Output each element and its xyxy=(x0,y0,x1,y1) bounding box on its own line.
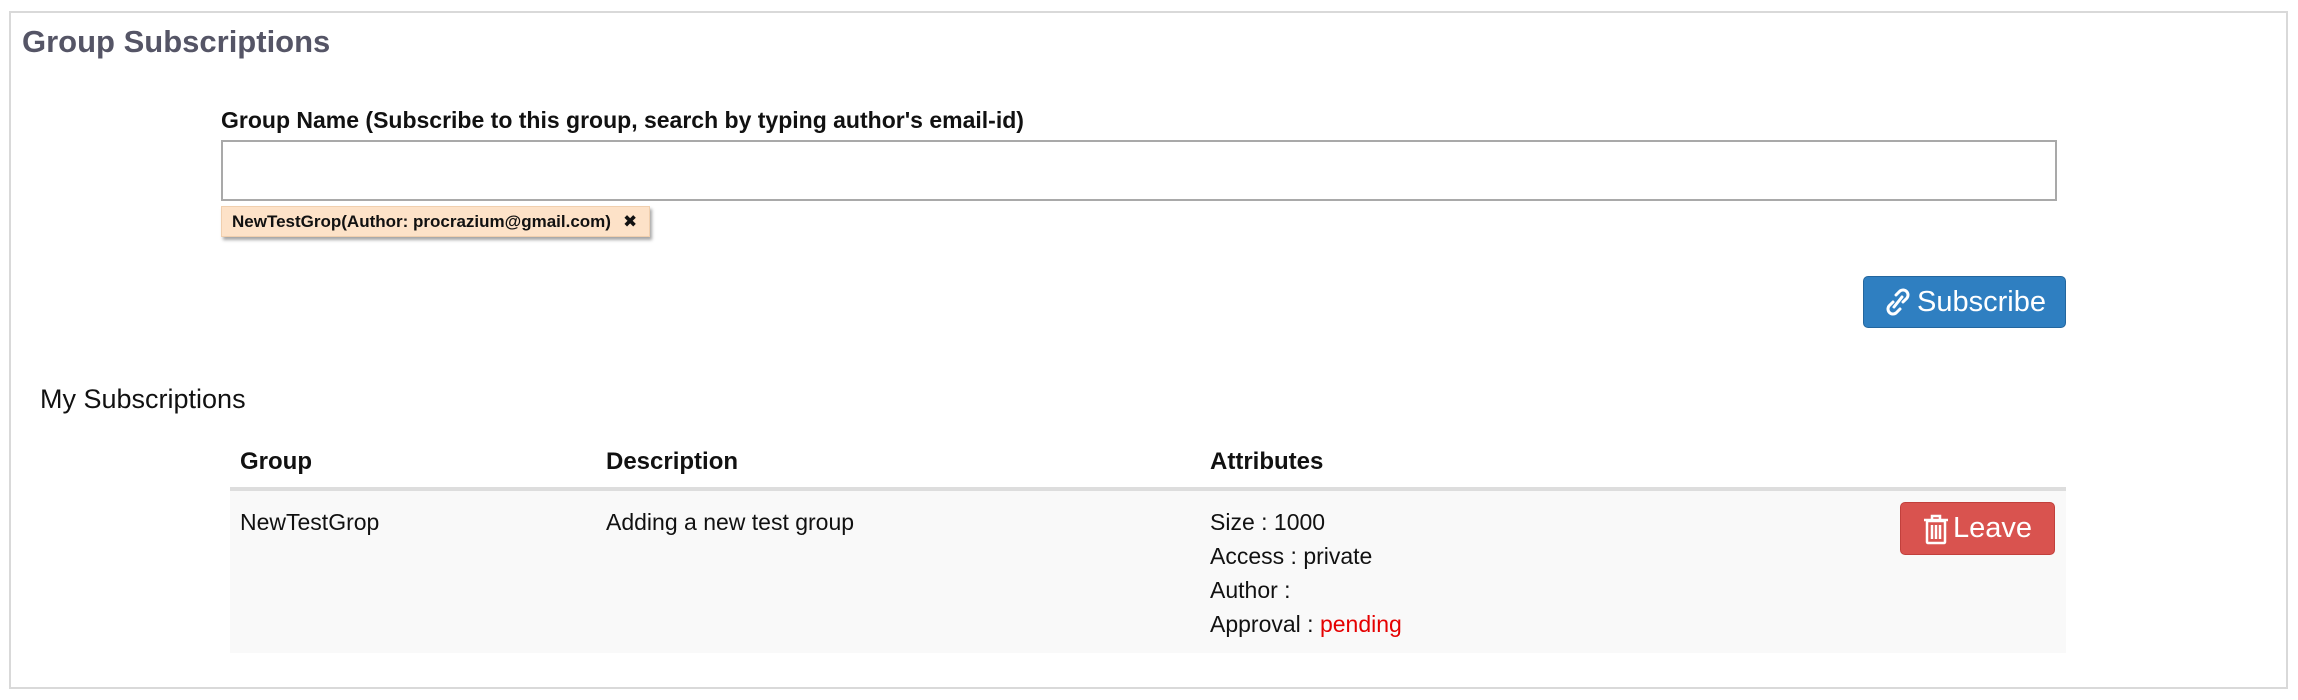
attr-approval-label: Approval : xyxy=(1210,611,1320,637)
subscriptions-table: Group Description Attributes NewTestGrop… xyxy=(230,436,2066,653)
panel-title: Group Subscriptions xyxy=(22,24,331,59)
link-icon xyxy=(1886,288,1910,316)
group-name-search-input[interactable] xyxy=(221,140,2057,201)
column-header-actions xyxy=(1991,436,2066,491)
my-subscriptions-heading: My Subscriptions xyxy=(40,384,246,414)
row-description: Adding a new test group xyxy=(596,489,1200,653)
attr-access-label: Access : xyxy=(1210,543,1304,569)
attr-size-label: Size : xyxy=(1210,509,1274,535)
attr-size: Size : 1000 xyxy=(1210,505,1981,539)
attr-size-value: 1000 xyxy=(1273,509,1326,535)
column-header-attributes: Attributes xyxy=(1200,436,1992,491)
row-group-name: NewTestGrop xyxy=(230,489,596,653)
column-header-group: Group xyxy=(230,436,596,491)
leave-button[interactable]: Leave xyxy=(1900,502,2055,555)
attr-access: Access : private xyxy=(1210,539,1981,573)
subscribe-button-label: Subscribe xyxy=(1917,285,2046,318)
attr-approval: Approval : pending xyxy=(1210,607,1981,641)
subscribe-button[interactable]: Subscribe xyxy=(1863,276,2066,328)
selected-group-tag-label: NewTestGrop(Author: procrazium@gmail.com… xyxy=(232,211,611,231)
leave-button-label: Leave xyxy=(1952,512,2032,544)
attr-author: Author : xyxy=(1210,573,1981,607)
tag-remove-icon[interactable]: ✖ xyxy=(623,213,637,230)
table-row: NewTestGrop Adding a new test group Size… xyxy=(230,489,2066,653)
table-header-row: Group Description Attributes xyxy=(230,436,2066,491)
row-attributes: Size : 1000 Access : private Author : Ap… xyxy=(1200,489,1992,653)
group-name-label: Group Name (Subscribe to this group, sea… xyxy=(221,107,1024,133)
approval-status-badge: pending xyxy=(1319,611,1402,637)
attr-access-value: private xyxy=(1303,543,1373,569)
attr-author-label: Author : xyxy=(1210,577,1291,603)
trash-icon xyxy=(1923,514,1948,544)
selected-group-tag: NewTestGrop(Author: procrazium@gmail.com… xyxy=(221,206,651,237)
column-header-description: Description xyxy=(596,436,1200,491)
